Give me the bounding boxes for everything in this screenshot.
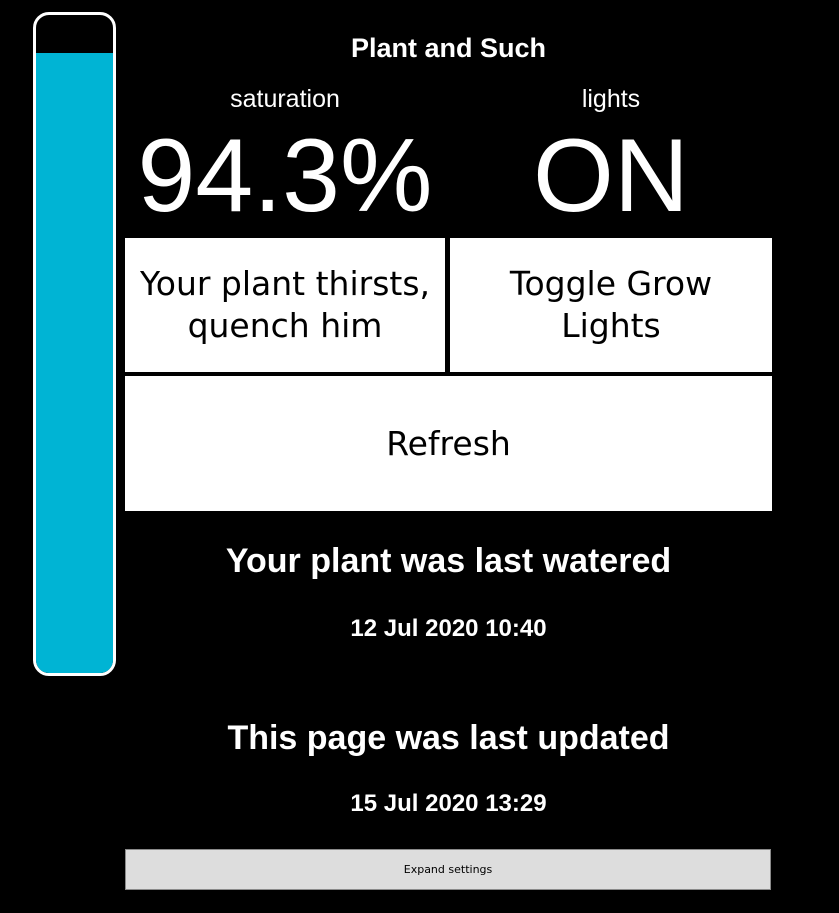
- last-watered-heading: Your plant was last watered: [225, 542, 672, 580]
- toggle-grow-lights-line-2: Lights: [561, 306, 661, 345]
- toggle-grow-lights-line-1: Toggle Grow: [509, 264, 713, 303]
- last-updated-timestamp: 15 Jul 2020 13:29: [350, 790, 547, 817]
- saturation-gauge: [33, 12, 116, 676]
- water-plant-button-line-2: quench him: [187, 306, 383, 345]
- saturation-gauge-fill: [36, 52, 113, 673]
- refresh-button-label: Refresh: [386, 424, 511, 463]
- water-plant-button[interactable]: Your plant thirsts, quench him: [125, 238, 445, 372]
- last-watered-timestamp: 12 Jul 2020 10:40: [350, 615, 547, 642]
- toggle-grow-lights-button-label: Toggle Grow Lights: [510, 263, 712, 347]
- expand-settings-label: Expand settings: [403, 863, 493, 876]
- refresh-button[interactable]: Refresh: [125, 376, 772, 511]
- saturation-label: saturation: [230, 85, 340, 113]
- water-plant-button-line-1: Your plant thirsts,: [139, 264, 431, 303]
- lights-value: ON: [533, 118, 689, 234]
- water-plant-button-label: Your plant thirsts, quench him: [140, 263, 430, 347]
- expand-settings-button[interactable]: Expand settings: [125, 849, 771, 890]
- last-updated-heading: This page was last updated: [227, 719, 670, 757]
- saturation-value: 94.3%: [137, 118, 433, 234]
- toggle-grow-lights-button[interactable]: Toggle Grow Lights: [450, 238, 772, 372]
- page-title: Plant and Such: [350, 33, 547, 63]
- lights-label: lights: [581, 85, 641, 113]
